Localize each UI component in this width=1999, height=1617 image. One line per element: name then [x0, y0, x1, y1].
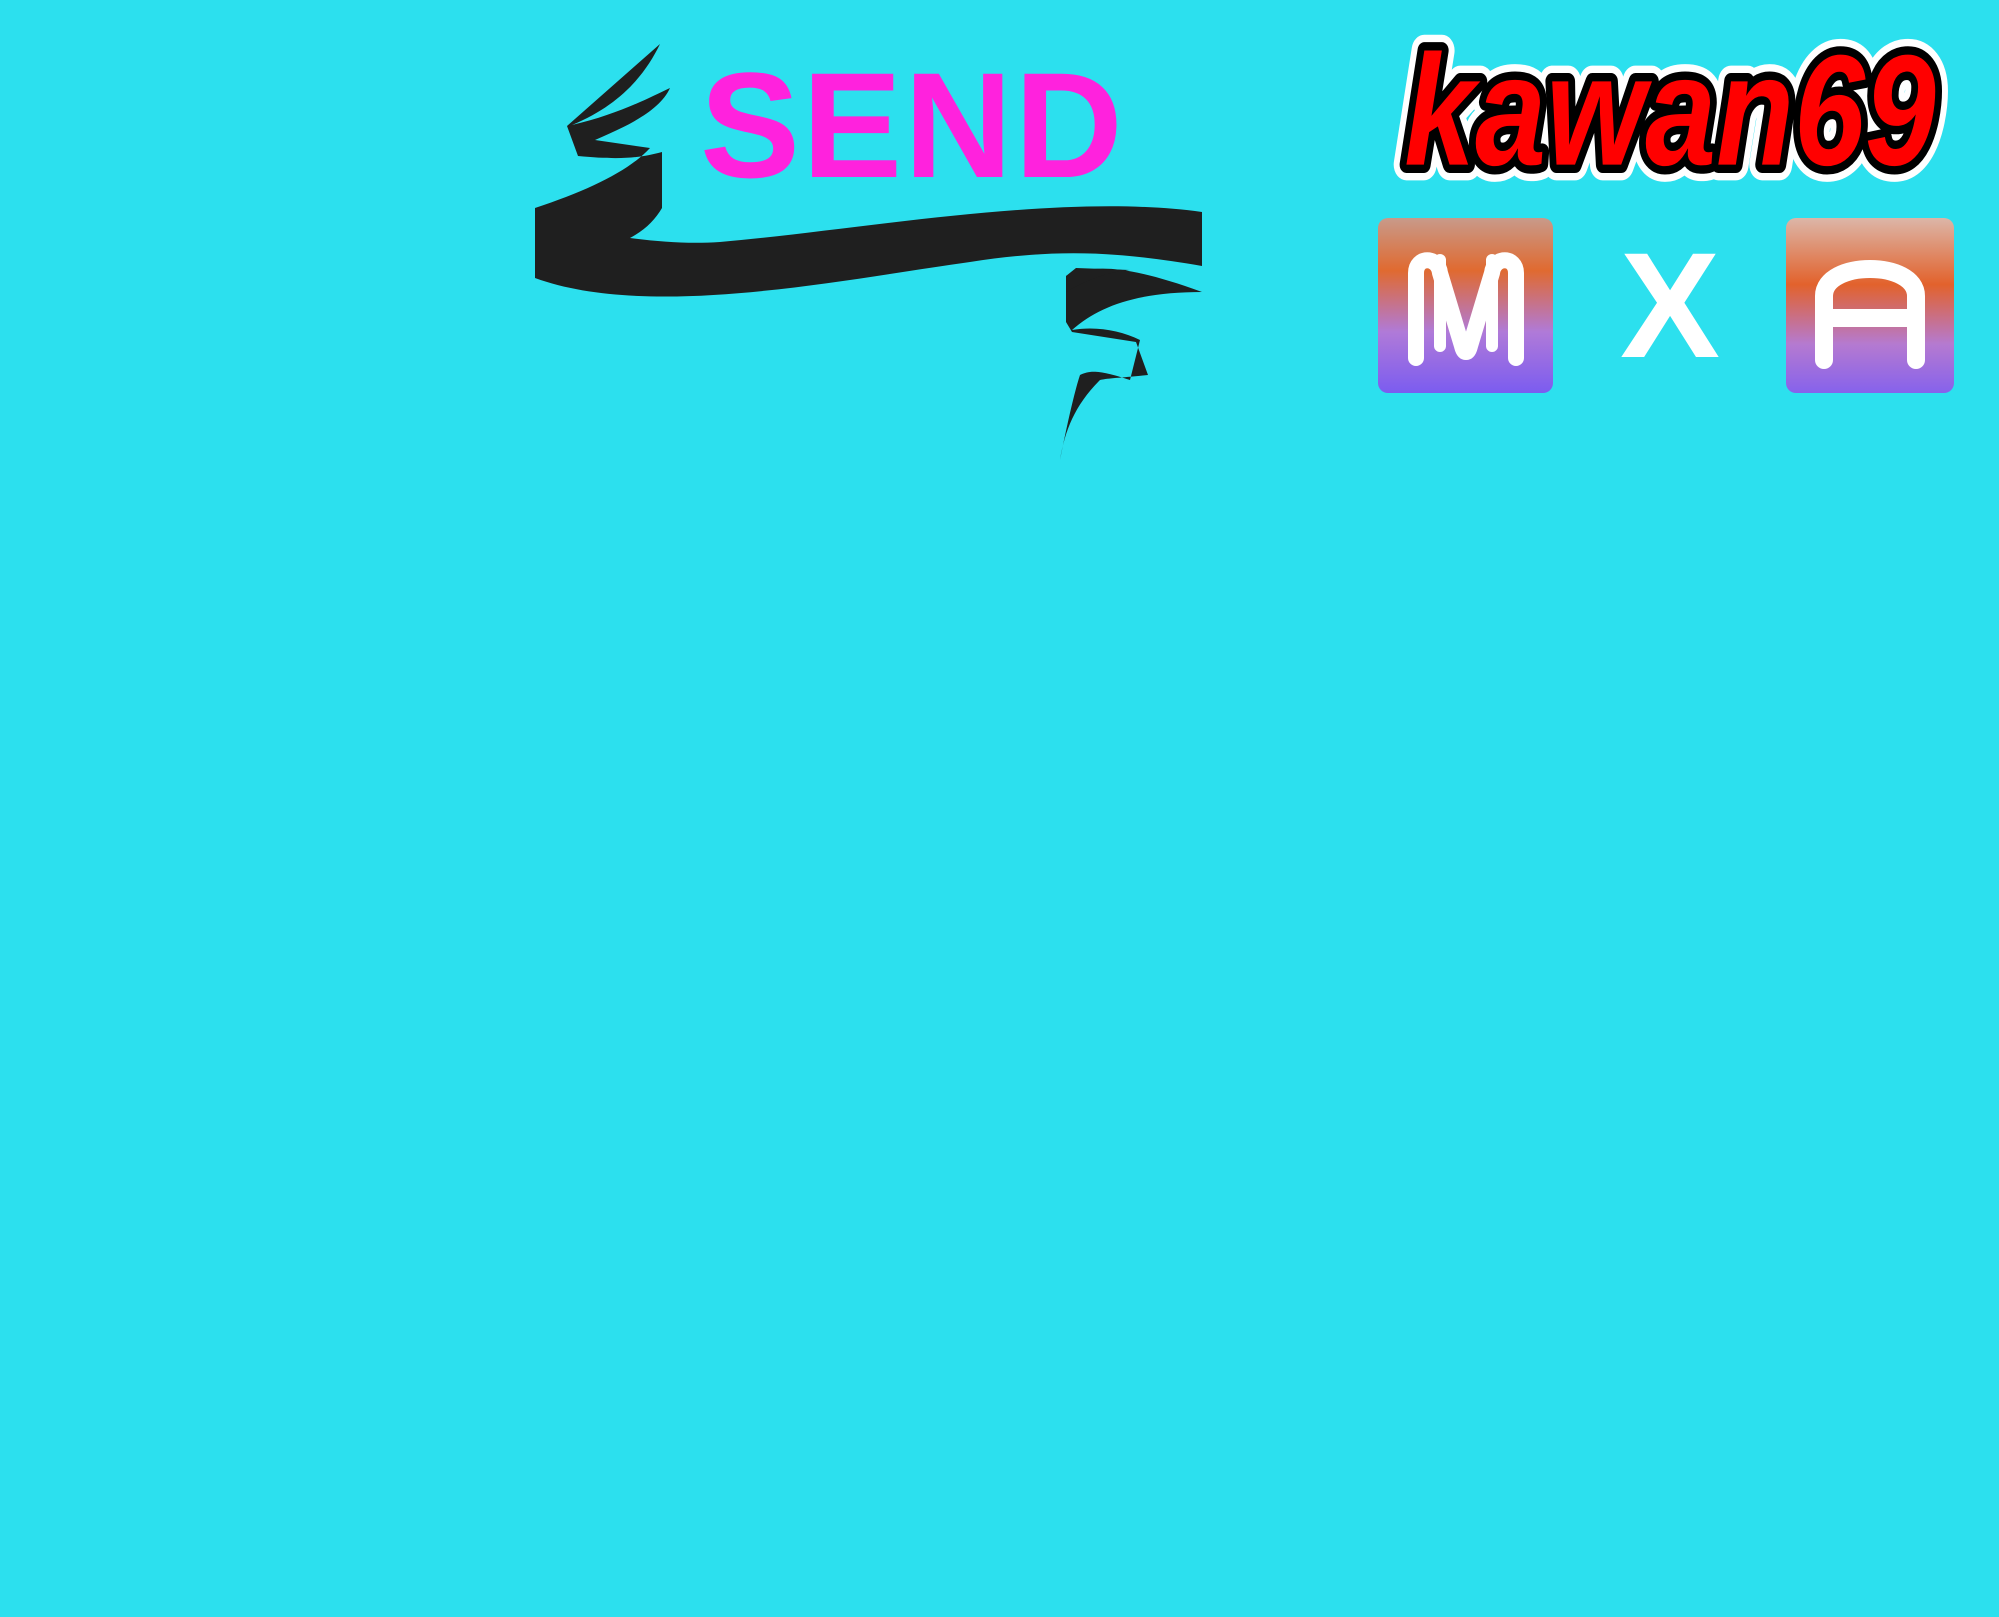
kawan69-wordmark: kawan69 kawan69 kawan69 — [1390, 9, 1950, 213]
poster-canvas: SEND kawan69 kawan69 kawan69 M X A — [0, 0, 1999, 1617]
m-logo-icon: M — [1408, 252, 1524, 366]
m-logo-tile: M — [1378, 218, 1553, 393]
a-logo-tile: A — [1786, 218, 1954, 393]
wordmark-text: kawan69 — [1404, 23, 1936, 199]
a-logo-icon: A — [1815, 260, 1925, 369]
collab-separator: X — [1619, 221, 1721, 389]
send-label: SEND — [700, 41, 1125, 209]
